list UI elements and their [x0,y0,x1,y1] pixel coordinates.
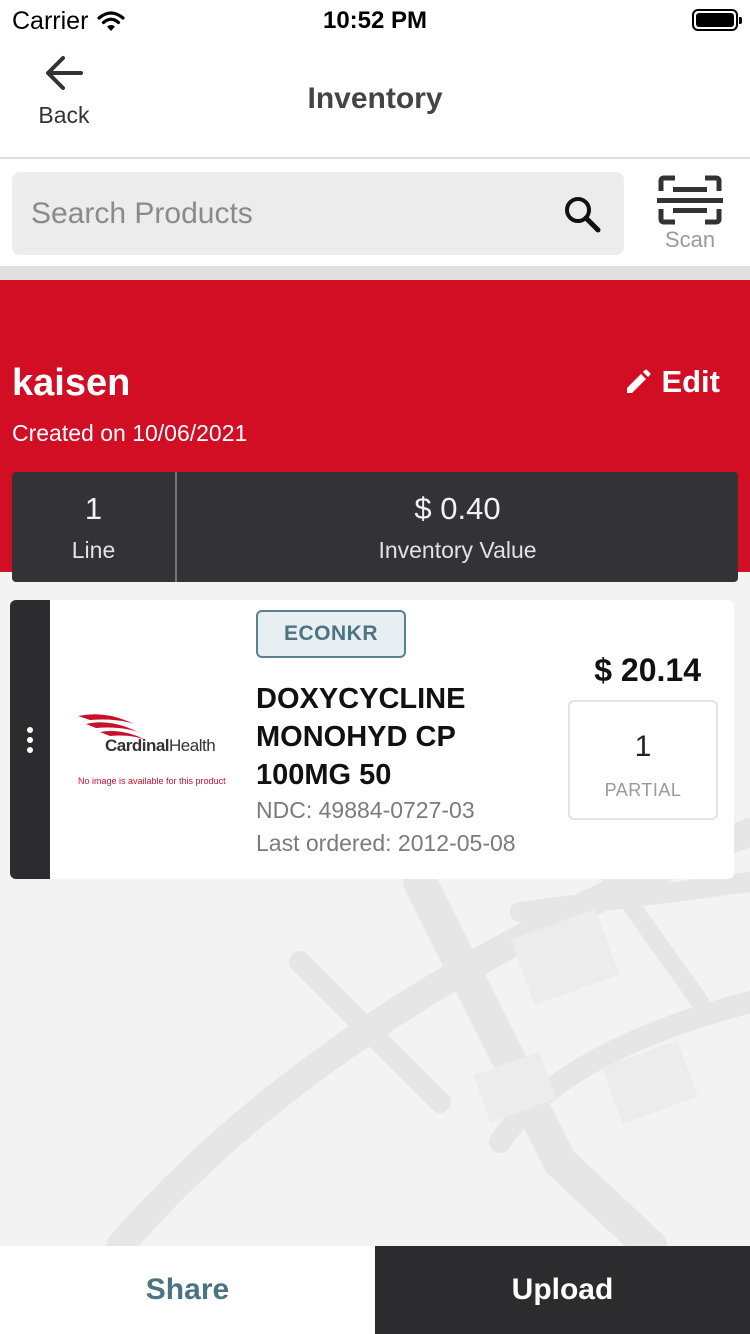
brand-logo-text: CardinalHealth [105,736,216,755]
inventory-name: kaisen [12,362,131,404]
line-count-stat: 1 Line [12,472,177,582]
vendor-badge: ECONKR [256,610,406,658]
page-title: Inventory [307,82,443,115]
upload-button[interactable]: Upload [375,1246,750,1334]
more-vertical-icon [27,726,33,753]
card-menu-handle[interactable] [10,600,50,879]
scan-button[interactable]: Scan [650,175,730,255]
created-date: Created on 10/06/2021 [12,420,248,446]
divider-strip [0,266,750,280]
edit-button[interactable]: Edit [625,364,720,400]
inventory-stats: 1 Line $ 0.40 Inventory Value [12,472,738,582]
scan-label: Scan [664,227,716,252]
product-name: DOXYCYCLINE MONOHYD CP 100MG 50 [256,683,466,791]
product-price: $ 20.14 [594,652,701,688]
clock: 10:52 PM [322,7,428,34]
quantity-value: 1 [634,730,652,763]
line-count: 1 [84,490,103,526]
product-image-placeholder: CardinalHealth No image is available for… [70,700,230,792]
line-count-label: Line [71,536,116,563]
pencil-icon [627,369,651,393]
search-input[interactable] [12,172,552,255]
inventory-value-stat: $ 0.40 Inventory Value [177,472,738,582]
quantity-unit: PARTIAL [604,780,682,800]
nav-bar: Back Inventory [0,42,750,159]
share-button[interactable]: Share [0,1246,375,1334]
quantity-input[interactable]: 1 PARTIAL [568,700,718,820]
edit-label: Edit [661,364,720,399]
no-image-notice: No image is available for this product [78,776,226,786]
last-ordered-date: Last ordered: 2012-05-08 [256,830,516,856]
bottom-action-bar: Share Upload [0,1246,750,1334]
search-icon[interactable] [562,194,602,234]
search-row: Scan [0,159,750,266]
barcode-scan-icon [657,175,723,225]
product-ndc: NDC: 49884-0727-03 [256,797,475,823]
search-box [12,172,624,255]
inventory-value-label: Inventory Value [378,536,537,563]
product-card[interactable]: CardinalHealth No image is available for… [10,600,734,879]
battery-icon [692,9,742,31]
inventory-value: $ 0.40 [414,490,501,526]
status-bar: Carrier 10:52 PM [0,0,750,42]
